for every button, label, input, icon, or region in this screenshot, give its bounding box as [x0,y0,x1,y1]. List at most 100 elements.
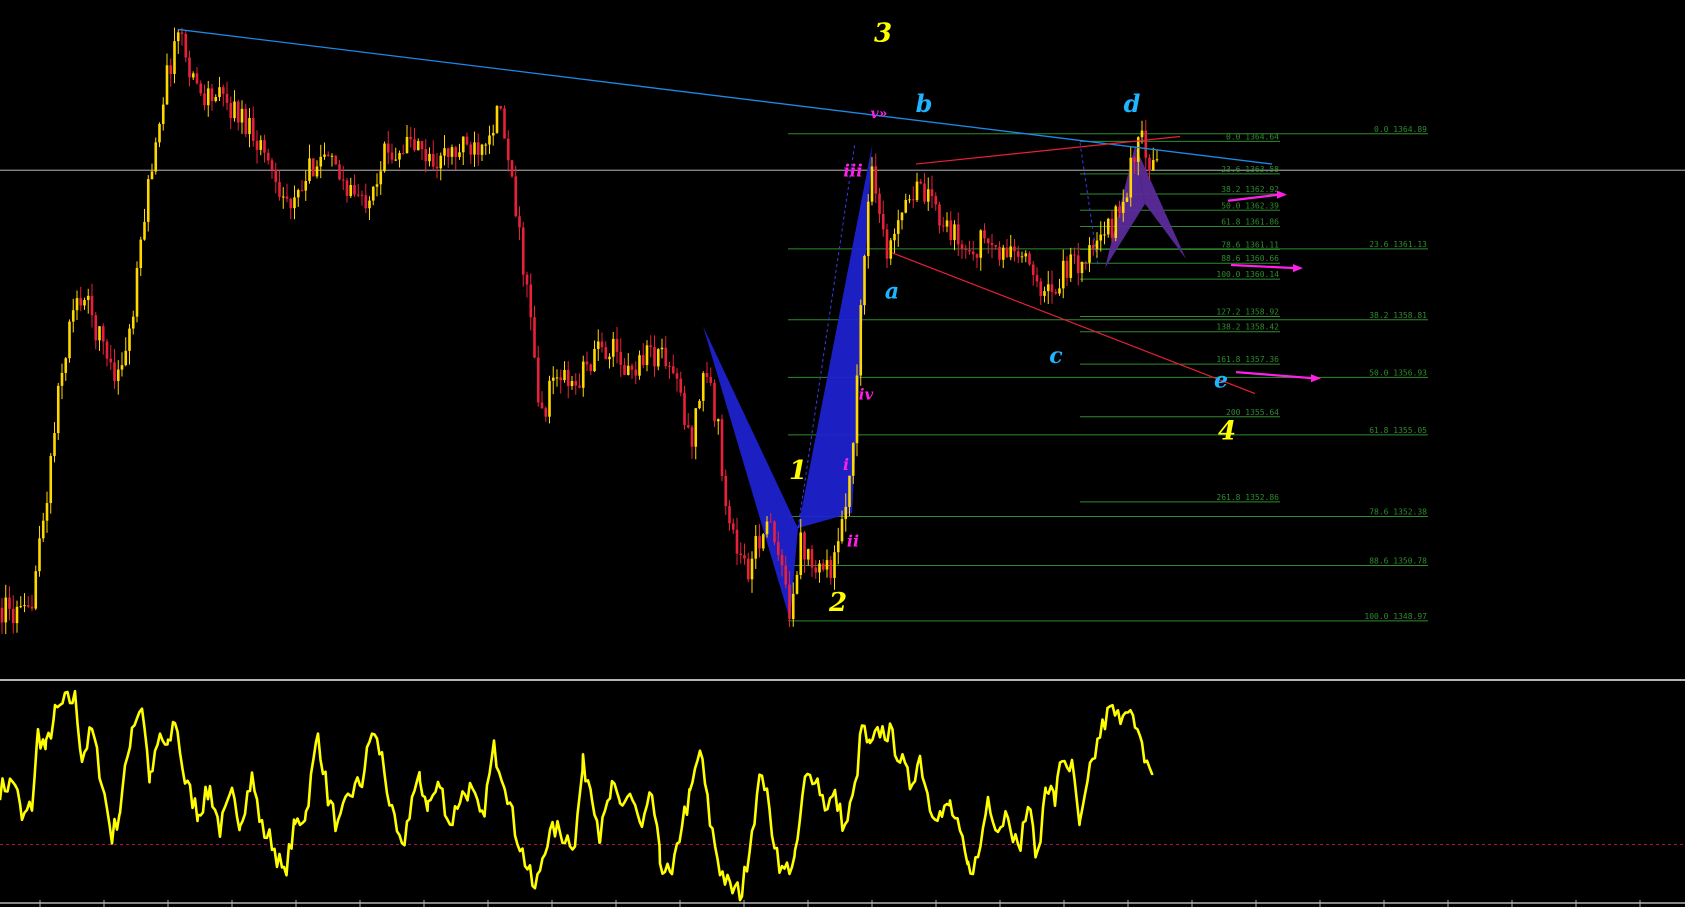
candle-body [608,356,611,360]
candle-body [649,345,653,348]
candle-body [956,224,960,245]
candle-body [578,385,581,388]
candle-body [634,369,638,376]
candle-body [953,224,956,241]
candle-body [1095,240,1099,250]
candle-body [1028,253,1031,265]
fibonacci-extension-left[interactable]: 0.0 1364.64 23.6 1363.58 38.2 1362.92 50.0 … [1080,132,1280,503]
fib-level-label: 23.6 1361.13 [1369,240,1427,249]
candle-body [1005,247,1009,258]
time-axis [0,900,1685,907]
candle-body [480,144,484,155]
candle-body [484,144,488,146]
candle-body [109,358,113,363]
candle-body [536,357,540,403]
candle-body [1020,256,1024,258]
candle-body [941,225,945,227]
candle-body [784,565,788,585]
candle-body [1024,253,1028,257]
candle-body [641,355,645,365]
oscillator-line [0,689,1154,902]
candle-body [476,142,480,155]
candle-body [161,104,165,125]
candle-body [398,153,401,160]
candle-body [724,475,728,507]
candle-body [206,88,210,106]
candle-body [488,135,491,145]
price-chart[interactable]: 0.0 1364.89 23.6 1361.13 38.2 1358.81 50.0 … [0,0,1685,907]
candle-body [184,33,188,58]
wave-label: c [1049,343,1063,369]
candle-body [495,106,499,133]
candle-body [251,118,255,141]
candle-body [908,199,911,201]
candle-body [491,132,495,136]
candle-body [454,147,458,158]
candle-body [510,160,514,177]
price-pane: 0.0 1364.89 23.6 1361.13 38.2 1358.81 50.0 … [0,19,1685,635]
fib-level-label: 100.0 1348.97 [1364,612,1427,621]
candle-body [979,230,983,258]
candle-body [686,425,690,428]
candle-body [990,243,994,246]
candle-body [1144,130,1148,158]
candle-body [844,506,848,520]
wave-label: 1 [789,456,807,486]
candle-body [244,108,248,135]
candle-body [780,554,784,566]
candle-body [611,338,615,357]
wave-label: e [1214,367,1228,393]
candle-body [1110,218,1114,238]
fib-level-label: 127.2 1358.92 [1216,307,1279,316]
arrow-head [1311,374,1321,383]
candle-body [371,186,375,201]
candle-body [326,154,330,156]
candle-body [1073,254,1076,256]
candle-body [465,136,469,145]
candle-body [34,571,38,609]
fib-level-label: 0.0 1364.64 [1226,132,1279,141]
harmonic-patterns [703,142,1186,620]
candle-body [893,233,896,241]
fibonacci-retracement-right[interactable]: 0.0 1364.89 23.6 1361.13 38.2 1358.81 50.0 … [788,125,1428,622]
candle-body [289,198,293,209]
candle-body [143,221,146,240]
candle-body [439,155,443,169]
trendlines[interactable] [177,28,1273,395]
candle-body [4,597,8,623]
candle-body [435,166,439,169]
candle-body [829,560,833,578]
candle-body [94,315,98,341]
candle-body [938,204,941,226]
candle-body [949,220,953,241]
candle-body [664,347,668,367]
wave-label: iv [859,386,874,404]
fib-level-label: 88.6 1360.66 [1221,254,1279,263]
candle-body [885,229,889,259]
candle-body [998,246,1001,260]
candle-body [750,558,754,580]
candle-body [521,227,525,275]
candle-body [8,597,11,609]
fib-level-label: 23.6 1363.58 [1221,165,1279,174]
wave-label: 3 [874,19,892,49]
candle-body [975,254,979,258]
fib-level-label: 50.0 1356.93 [1369,368,1427,377]
candle-body [221,87,225,94]
candle-body [285,196,289,199]
candle-body [334,155,338,165]
candle-body [218,87,221,98]
candle-body [960,244,964,249]
candle-body [394,159,398,161]
candle-body [293,197,296,209]
candle-body [75,298,79,311]
candle-body [679,378,683,393]
candle-body [255,140,259,150]
candle-body [1084,262,1088,264]
candle-body [574,381,578,386]
candle-body [709,377,713,383]
candle-body [1114,206,1118,238]
candle-body [236,101,240,123]
candle-body [416,141,420,151]
candle-body [690,427,694,447]
